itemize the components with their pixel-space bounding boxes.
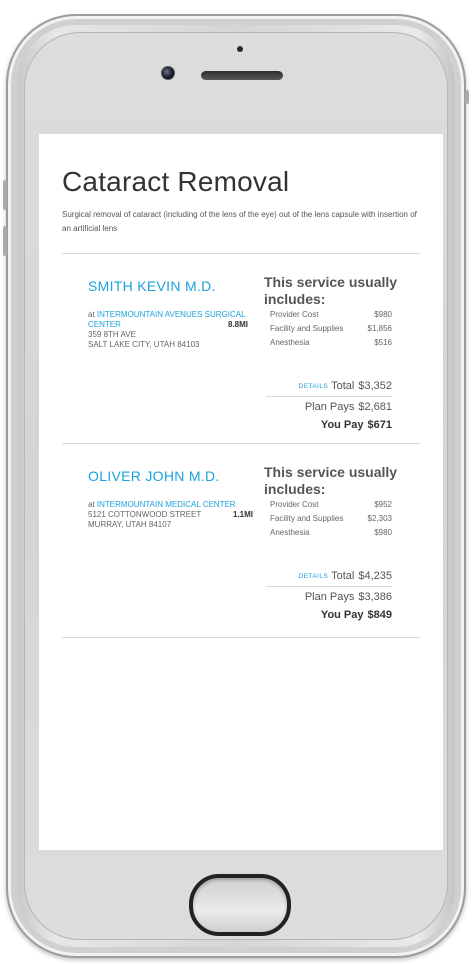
distance-badge: 8.8MI [228, 320, 249, 329]
total-row: DETAILS Total $4,235 [299, 570, 392, 582]
at-label: at [88, 310, 95, 319]
you-pay-value: $849 [367, 609, 392, 621]
cost-label: Provider Cost [270, 310, 319, 319]
cost-amount: $2,303 [367, 514, 392, 523]
divider [62, 443, 420, 444]
app-screen: Cataract Removal Surgical removal of cat… [39, 134, 443, 850]
cost-amount: $980 [374, 310, 392, 319]
cost-label: Facility and Supplies [270, 324, 344, 333]
total-divider [266, 396, 392, 397]
plan-pays-value: $3,386 [358, 591, 392, 603]
you-pay-label: You Pay [320, 419, 364, 431]
you-pay-row: You Pay $849 [321, 609, 392, 621]
divider [62, 637, 420, 638]
plan-pays-label: Plan Pays [304, 401, 355, 413]
total-divider [266, 586, 392, 587]
you-pay-value: $671 [367, 419, 392, 431]
volume-down-button [3, 226, 7, 256]
total-row: DETAILS Total $3,352 [299, 380, 392, 392]
home-button[interactable] [189, 874, 291, 936]
total-label: Total [331, 380, 355, 392]
divider [62, 253, 420, 254]
plan-pays-row: Plan Pays $3,386 [305, 591, 392, 603]
plan-pays-row: Plan Pays $2,681 [305, 401, 392, 413]
front-camera-icon [161, 66, 175, 80]
cost-amount: $952 [374, 500, 392, 509]
service-includes-heading: This service usually includes: [264, 274, 398, 307]
cost-label: Facility and Supplies [270, 514, 344, 523]
total-label: Total [331, 570, 355, 582]
cost-amount: $1,856 [367, 324, 392, 333]
provider-address: at INTERMOUNTAIN AVENUES SURGICAL CENTER… [88, 310, 268, 350]
total-value: $3,352 [358, 380, 392, 392]
at-label: at [88, 500, 95, 509]
proximity-sensor [237, 46, 243, 52]
power-button [465, 90, 469, 104]
city-address: MURRAY, UTAH 84107 [88, 520, 172, 529]
total-value: $4,235 [358, 570, 392, 582]
city-address: SALT LAKE CITY, UTAH 84103 [88, 340, 200, 349]
cost-amount: $980 [374, 528, 392, 537]
cost-label: Provider Cost [270, 500, 319, 509]
provider-name[interactable]: OLIVER JOHN M.D. [88, 468, 220, 484]
volume-up-button [3, 180, 7, 210]
street-address: 5121 COTTONWOOD STREET [88, 510, 202, 519]
details-link[interactable]: DETAILS [299, 573, 328, 580]
street-address: 359 8TH AVE [88, 330, 136, 339]
you-pay-label: You Pay [320, 609, 364, 621]
details-link[interactable]: DETAILS [299, 383, 328, 390]
provider-name[interactable]: SMITH KEVIN M.D. [88, 278, 216, 294]
plan-pays-value: $2,681 [358, 401, 392, 413]
distance-badge: 1.1MI [233, 510, 254, 519]
plan-pays-label: Plan Pays [304, 591, 355, 603]
cost-amount: $516 [374, 338, 392, 347]
page-title: Cataract Removal [62, 166, 290, 197]
service-includes-heading: This service usually includes: [264, 464, 398, 497]
facility-link[interactable]: INTERMOUNTAIN AVENUES SURGICAL CENTER [88, 310, 245, 329]
page-description: Surgical removal of cataract (including … [62, 210, 417, 233]
earpiece-speaker [201, 71, 283, 80]
cost-label: Anesthesia [270, 528, 310, 537]
you-pay-row: You Pay $671 [321, 419, 392, 431]
facility-link[interactable]: INTERMOUNTAIN MEDICAL CENTER [97, 500, 236, 509]
cost-label: Anesthesia [270, 338, 310, 347]
